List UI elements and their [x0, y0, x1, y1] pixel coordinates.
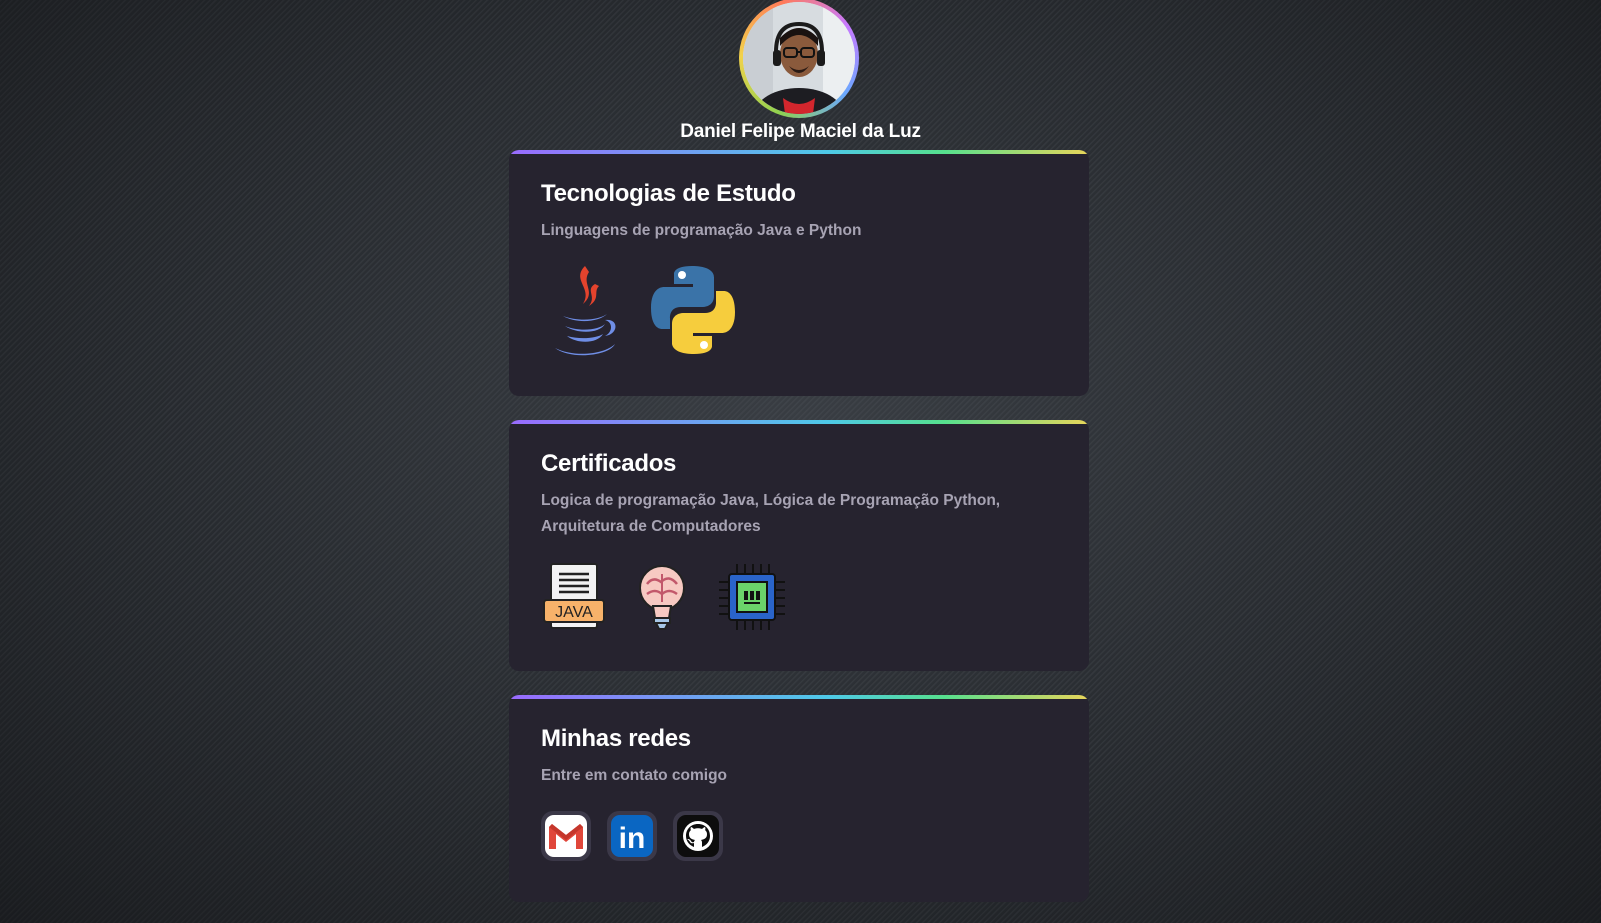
tech-icons — [541, 264, 1057, 356]
java-icon — [549, 264, 621, 356]
social-links: in — [541, 811, 1057, 861]
avatar-ring — [739, 0, 859, 118]
gmail-link[interactable] — [541, 811, 591, 861]
java-file-icon: JAVA — [541, 562, 607, 632]
python-icon — [647, 264, 739, 356]
card-technologies: Tecnologias de Estudo Linguagens de prog… — [509, 150, 1089, 396]
card-title: Certificados — [541, 450, 677, 477]
card-subtitle: Logica de programação Java, Lógica de Pr… — [541, 492, 1001, 535]
linkedin-icon: in — [611, 815, 653, 857]
card-social-networks: Minhas redes Entre em contato comigo in — [509, 695, 1089, 902]
card-title: Minhas redes — [541, 725, 691, 752]
card-certificates: Certificados Logica de programação Java,… — [509, 420, 1089, 671]
avatar — [743, 2, 855, 114]
linkedin-link[interactable]: in — [607, 811, 657, 861]
cpu-chip-icon — [717, 562, 787, 632]
card-subtitle: Linguagens de programação Java e Python — [541, 222, 862, 239]
java-file-label: JAVA — [555, 604, 593, 621]
profile-photo-icon — [743, 2, 855, 114]
github-icon — [677, 815, 719, 857]
brain-bulb-icon — [633, 562, 691, 632]
cert-icons: JAVA — [541, 562, 1057, 632]
profile-name: Daniel Felipe Maciel da Luz — [680, 121, 921, 142]
card-subtitle: Entre em contato comigo — [541, 767, 728, 784]
gmail-icon — [545, 815, 587, 857]
card-title: Tecnologias de Estudo — [541, 180, 796, 207]
github-link[interactable] — [673, 811, 723, 861]
linkedin-label: in — [619, 822, 646, 854]
